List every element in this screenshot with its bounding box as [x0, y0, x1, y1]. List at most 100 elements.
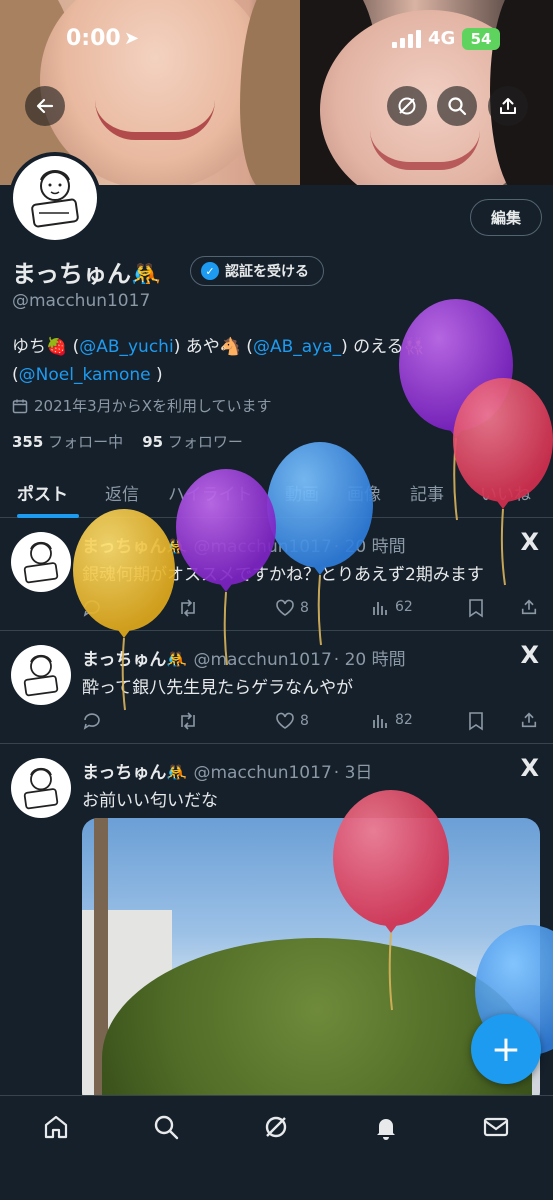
get-verified-label: 認証を受ける	[225, 264, 309, 280]
tweet[interactable]: まっちゅん🤼 @macchun1017 · 20 時間 X 銀魂何期がオススメですか…	[0, 518, 553, 631]
share-icon	[500, 98, 516, 114]
bio-text: ゆち🍓 (	[12, 337, 80, 357]
followers-link[interactable]: 95 フォロワー	[142, 433, 243, 451]
search-icon	[154, 1115, 179, 1140]
tab-videos[interactable]: 動画	[285, 480, 319, 505]
tab-highlights[interactable]: ハイライト	[168, 480, 253, 505]
profile-tabs: ポスト 返信 ハイライト 動画 画像 記事 いいね	[0, 470, 553, 518]
search-icon	[448, 97, 467, 116]
bio-text: ) あや🐴 (	[173, 337, 253, 357]
tweet-actions: 8 82	[82, 711, 542, 735]
views-button[interactable]: 82	[372, 711, 413, 729]
nav-home[interactable]	[36, 1111, 76, 1143]
tweet-avatar[interactable]	[11, 645, 71, 705]
share-tweet-button[interactable]	[520, 598, 538, 616]
x-logo-icon: X	[520, 641, 539, 669]
profile-bio: ゆち🍓 (@AB_yuchi) あや🐴 (@AB_aya_) のえる👯 (@No…	[12, 333, 532, 389]
messages-icon	[483, 1117, 509, 1137]
tweet-avatar[interactable]	[11, 532, 71, 592]
repost-icon	[181, 712, 195, 730]
bookmark-button[interactable]	[468, 598, 484, 618]
repost-icon	[181, 599, 195, 617]
tab-images[interactable]: 画像	[347, 480, 381, 505]
grok-icon	[398, 97, 416, 115]
avatar-drawing	[23, 767, 59, 810]
nav-search[interactable]	[146, 1111, 186, 1143]
edit-profile-button[interactable]: 編集	[470, 199, 542, 236]
following-link[interactable]: 355 フォロー中	[12, 433, 123, 451]
views-button[interactable]: 62	[372, 598, 413, 616]
location-arrow-icon: ➤	[124, 28, 140, 49]
repost-button[interactable]	[177, 711, 199, 731]
views-icon	[373, 715, 387, 728]
like-count: 8	[300, 713, 309, 729]
tab-replies[interactable]: 返信	[105, 480, 139, 505]
like-button[interactable]: 8	[275, 598, 309, 618]
status-bar: 0:00 ➤ 4G 54	[0, 26, 553, 56]
tweet-avatar[interactable]	[11, 758, 71, 818]
views-icon	[373, 602, 387, 615]
heart-icon	[276, 712, 294, 729]
tweet-text: お前いい匂いだな	[82, 791, 218, 811]
follow-stats: 355 フォロー中 95 フォロワー	[12, 431, 243, 452]
share-icon	[521, 712, 537, 728]
heart-icon	[276, 599, 294, 616]
tweet-header: まっちゅん🤼 @macchun1017 · 3日	[82, 758, 372, 783]
tweet-timestamp[interactable]: · 20 時間	[334, 650, 406, 670]
mention-link[interactable]: @Noel_kamone	[19, 365, 151, 385]
display-name: まっちゅん🤼	[12, 260, 161, 288]
plus-icon: +	[490, 1028, 522, 1070]
tab-articles[interactable]: 記事	[410, 480, 444, 505]
nav-messages[interactable]	[476, 1111, 516, 1143]
profile-avatar[interactable]	[9, 152, 101, 244]
tweet-text: 銀魂何期がオススメですかね？とりあえず2期みます	[82, 565, 484, 585]
signal-icon	[392, 30, 421, 48]
followers-count: 95	[142, 433, 164, 451]
reply-button[interactable]	[82, 598, 102, 618]
bookmark-icon	[469, 599, 483, 618]
tweet-author-name[interactable]: まっちゅん🤼	[82, 537, 188, 557]
home-icon	[44, 1115, 68, 1139]
tweet-timestamp[interactable]: · 20 時間	[334, 537, 406, 557]
tweet[interactable]: まっちゅん🤼 @macchun1017 · 20 時間 X 酔って銀八先生見たらゲラ…	[0, 631, 553, 744]
bio-text: )	[150, 365, 163, 385]
bio-text: (	[12, 365, 19, 385]
notifications-icon	[377, 1119, 395, 1140]
calendar-icon	[12, 399, 28, 413]
view-count: 62	[395, 599, 413, 615]
tab-posts[interactable]: ポスト	[17, 480, 68, 505]
compose-post-button[interactable]: +	[471, 1014, 541, 1084]
bookmark-button[interactable]	[468, 711, 484, 731]
repost-button[interactable]	[177, 598, 199, 618]
like-count: 8	[300, 600, 309, 616]
nav-grok[interactable]	[256, 1111, 296, 1143]
reply-icon	[83, 600, 100, 617]
avatar-drawing	[23, 541, 59, 584]
get-verified-button[interactable]: ✓ 認証を受ける	[190, 256, 324, 286]
share-button[interactable]	[488, 86, 528, 126]
share-tweet-button[interactable]	[520, 711, 538, 729]
tweet-header: まっちゅん🤼 @macchun1017 · 20 時間	[82, 645, 406, 670]
grok-button[interactable]	[387, 86, 427, 126]
tweet-header: まっちゅん🤼 @macchun1017 · 20 時間	[82, 532, 406, 557]
tab-likes[interactable]: いいね	[480, 480, 531, 505]
grok-icon	[265, 1116, 287, 1138]
back-button[interactable]	[25, 86, 65, 126]
mention-link[interactable]: @AB_yuchi	[79, 337, 173, 357]
search-button[interactable]	[437, 86, 477, 126]
tweet-author-handle: @macchun1017	[193, 650, 332, 670]
nav-notifications[interactable]	[366, 1111, 406, 1143]
tweet-author-name[interactable]: まっちゅん🤼	[82, 650, 188, 670]
x-logo-icon: X	[520, 754, 539, 782]
tweet-author-handle: @macchun1017	[193, 537, 332, 557]
bottom-navigation	[0, 1095, 553, 1200]
reply-button[interactable]	[82, 711, 102, 731]
profile-handle: @macchun1017	[12, 291, 151, 311]
tweet-author-name[interactable]: まっちゅん🤼	[82, 763, 188, 783]
verified-badge-icon: ✓	[201, 262, 219, 280]
like-button[interactable]: 8	[275, 711, 309, 731]
tweet-timestamp[interactable]: · 3日	[334, 763, 373, 783]
x-logo-icon: X	[520, 528, 539, 556]
tweet-media-image[interactable]	[82, 818, 540, 1108]
mention-link[interactable]: @AB_aya_	[253, 337, 341, 357]
